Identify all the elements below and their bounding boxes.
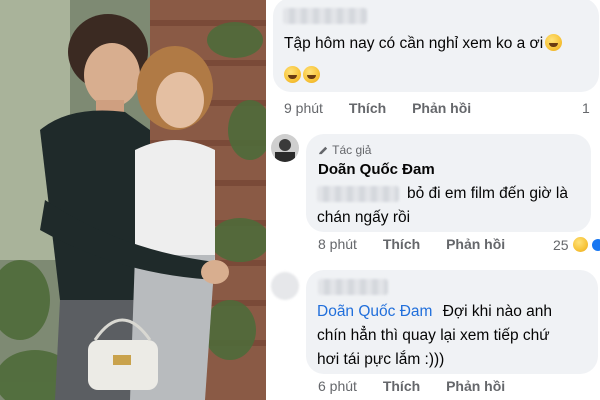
reply-button[interactable]: Phản hồi (446, 378, 505, 394)
laughing-face-icon (284, 66, 301, 83)
comment-text-line: hơi tái pực lắm :))) (317, 351, 445, 368)
pencil-icon (318, 146, 328, 155)
comment-text-line: chán ngấy rồi (317, 209, 411, 226)
reply-button[interactable]: Phản hồi (412, 100, 471, 116)
like-button[interactable]: Thích (349, 100, 386, 116)
blurred-commenter-name (283, 8, 367, 24)
comment-time[interactable]: 6 phút (318, 378, 357, 394)
reaction-summary[interactable]: 25 (553, 236, 600, 253)
blurred-tagged-name (317, 186, 399, 202)
author-badge-label: Tác giả (332, 143, 372, 157)
reaction-summary[interactable]: 1 (582, 100, 590, 116)
blurred-commenter-name (318, 279, 388, 295)
author-badge: Tác giả (318, 143, 371, 157)
author-name[interactable]: Doãn Quốc Đam (318, 161, 435, 178)
emoji-row (284, 64, 320, 88)
tagged-user-link[interactable]: Doãn Quốc Đam (317, 303, 432, 320)
comment-meta: 9 phút Thích Phản hồi (284, 100, 471, 116)
comment-text-line: Tập hôm nay có cần nghỉ xem ko a ơi (284, 35, 544, 52)
like-button[interactable]: Thích (383, 378, 420, 394)
haha-reaction-icon (571, 236, 589, 253)
comment-meta: 6 phút Thích Phản hồi (318, 378, 505, 394)
like-reaction-icon (591, 239, 600, 251)
comment-text-line: bỏ đi em film đến giờ là (407, 185, 568, 202)
comment-thread: Tập hôm nay có cần nghỉ xem ko a ơi 9 ph… (269, 0, 600, 400)
reaction-count: 25 (553, 237, 569, 253)
reply-button[interactable]: Phản hồi (446, 236, 505, 252)
laughing-face-icon (545, 34, 563, 51)
comment-text: Doãn Quốc Đam Đợi khi nào anh (317, 300, 552, 324)
comment-time[interactable]: 8 phút (318, 236, 357, 252)
author-avatar[interactable] (271, 134, 299, 162)
comment-text: Tập hôm nay có cần nghỉ xem ko a ơi (284, 32, 563, 56)
comment-text-line: chín hẳn thì quay lại xem tiếp chứ (317, 327, 550, 344)
blurred-avatar[interactable] (271, 272, 299, 300)
comment-meta: 8 phút Thích Phản hồi (318, 236, 505, 252)
like-button[interactable]: Thích (383, 236, 420, 252)
comment-time[interactable]: 9 phút (284, 100, 323, 116)
laughing-face-icon (303, 66, 320, 83)
comment-text-line: Đợi khi nào anh (442, 303, 553, 320)
couple-photo (0, 0, 266, 400)
reaction-count: 1 (582, 100, 590, 116)
